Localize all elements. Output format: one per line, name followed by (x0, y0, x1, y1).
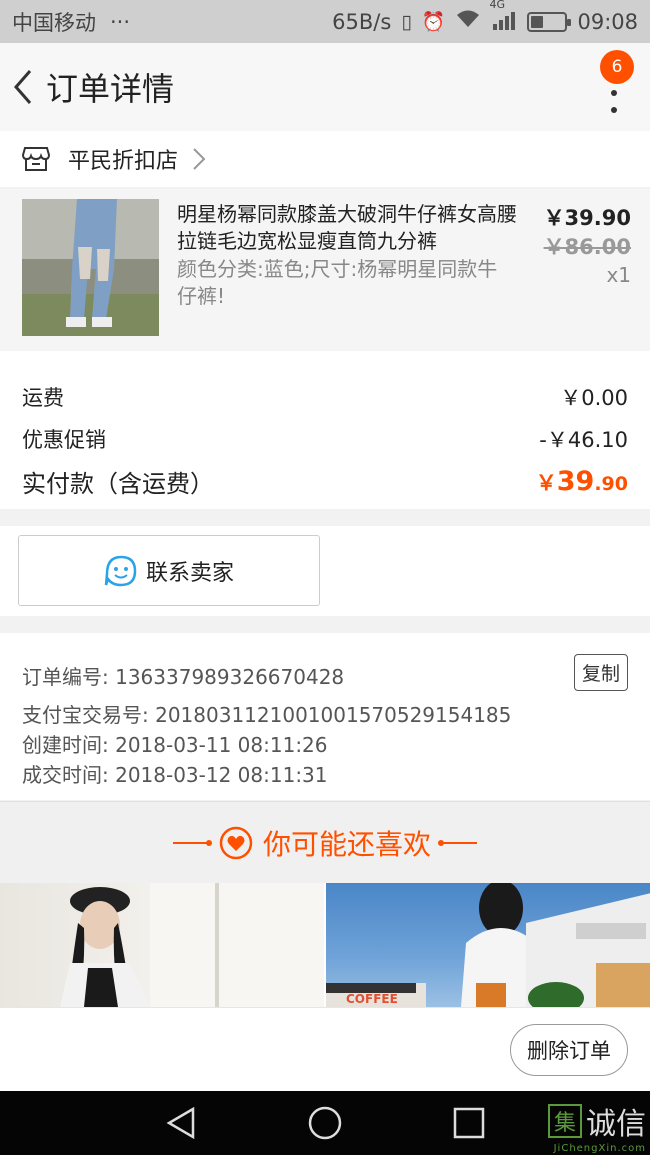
network-type: 4G (489, 0, 505, 11)
discount-value: -￥46.10 (539, 428, 628, 452)
divider-line (172, 839, 212, 846)
contact-seller-label: 联系卖家 (145, 560, 234, 586)
order-info: 订单编号: 136337989326670428 支付宝交易号: 2018031… (0, 633, 650, 800)
total-integer: 39 (556, 466, 595, 497)
discount-label: 优惠促销 (22, 428, 106, 452)
signal-icon: 4G (489, 0, 517, 33)
alipay-trade-number: 支付宝交易号: 2018031121001001570529154185 (22, 703, 512, 727)
store-row[interactable]: 平民折扣店 (0, 131, 650, 187)
bottom-action-bar: 删除订单 (0, 1007, 650, 1091)
recommend-title: 你可能还喜欢 (262, 827, 431, 861)
shipping-row: 运费 ￥0.00 (22, 382, 628, 412)
message-count-badge: 6 (600, 50, 634, 84)
recommend-header: 你可能还喜欢 (0, 801, 650, 883)
product-sku: 颜色分类:蓝色;尺寸:杨幂明星同款牛仔裤! (177, 257, 498, 308)
store-name: 平民折扣店 (68, 149, 179, 174)
battery-icon (527, 11, 572, 32)
vibrate-icon: ▯ (401, 10, 412, 33)
nav-bar: 订单详情 6 (0, 43, 650, 131)
heart-icon (219, 826, 253, 859)
created-time: 创建时间: 2018-03-11 08:11:26 (22, 733, 328, 757)
total-currency: ￥ (535, 471, 557, 495)
total-decimal: .90 (594, 473, 628, 495)
order-number: 订单编号: 136337989326670428 (22, 665, 345, 689)
system-home-icon[interactable] (307, 1105, 343, 1141)
total-amount: ￥39.90 (536, 466, 628, 497)
more-dot-icon (611, 107, 617, 113)
recommend-item-image[interactable] (0, 883, 326, 1007)
watermark-text: 诚信 (586, 1107, 646, 1142)
wifi-icon (455, 9, 481, 34)
store-icon (22, 147, 50, 171)
shipping-value: ￥0.00 (560, 386, 628, 410)
coffee-sign: COFFEE (346, 992, 398, 1006)
recommend-list: COFFEE (0, 883, 650, 1007)
back-button[interactable] (2, 43, 44, 131)
network-speed: 65B/s (332, 9, 392, 34)
shipping-label: 运费 (22, 386, 64, 410)
watermark-logo: 集 诚信 JiChengXin.com (548, 1099, 646, 1154)
carrier-label: 中国移动 (12, 10, 96, 35)
contact-section: 联系卖家 (0, 526, 650, 616)
divider-line (438, 839, 477, 846)
recommend-item-image[interactable]: COFFEE (326, 883, 650, 1007)
system-recents-icon[interactable] (451, 1105, 487, 1141)
watermark-url: JiChengXin.com (553, 1143, 646, 1154)
delete-order-button[interactable]: 删除订单 (510, 1024, 628, 1076)
product-quantity: x1 (606, 263, 631, 287)
more-dot-icon (611, 90, 617, 96)
product-original-price: ￥86.00 (543, 235, 631, 259)
page-title: 订单详情 (46, 70, 175, 108)
clock: 09:08 (577, 9, 638, 34)
chevron-right-icon (193, 148, 206, 170)
watermark-box: 集 (548, 1104, 582, 1138)
system-nav-bar: 集 诚信 JiChengXin.com (0, 1091, 650, 1155)
product-title: 明星杨幂同款膝盖大破洞牛仔裤女高腰拉链毛边宽松显瘦直筒九分裤 (177, 202, 517, 253)
completed-time: 成交时间: 2018-03-12 08:11:31 (22, 763, 328, 787)
total-label: 实付款（含运费） (22, 470, 214, 498)
product-thumbnail (22, 199, 159, 336)
fee-summary: 运费 ￥0.00 优惠促销 -￥46.10 实付款（含运费） ￥39.90 (0, 351, 650, 509)
alarm-icon: ⏰ (421, 11, 446, 33)
back-arrow-icon (14, 70, 32, 104)
discount-row: 优惠促销 -￥46.10 (22, 424, 628, 454)
copy-button[interactable]: 复制 (574, 654, 628, 691)
chat-smile-icon (104, 555, 137, 586)
total-row: 实付款（含运费） ￥39.90 (22, 464, 628, 499)
notification-dots: ··· (110, 9, 131, 34)
product-price: ￥39.90 (543, 206, 631, 230)
product-item[interactable]: 明星杨幂同款膝盖大破洞牛仔裤女高腰拉链毛边宽松显瘦直筒九分裤 颜色分类:蓝色;尺… (0, 189, 650, 351)
contact-seller-button[interactable]: 联系卖家 (18, 535, 320, 606)
system-back-icon[interactable] (163, 1105, 199, 1141)
status-bar: 中国移动 ··· 65B/s ▯ ⏰ 4G 09:08 (0, 0, 650, 43)
